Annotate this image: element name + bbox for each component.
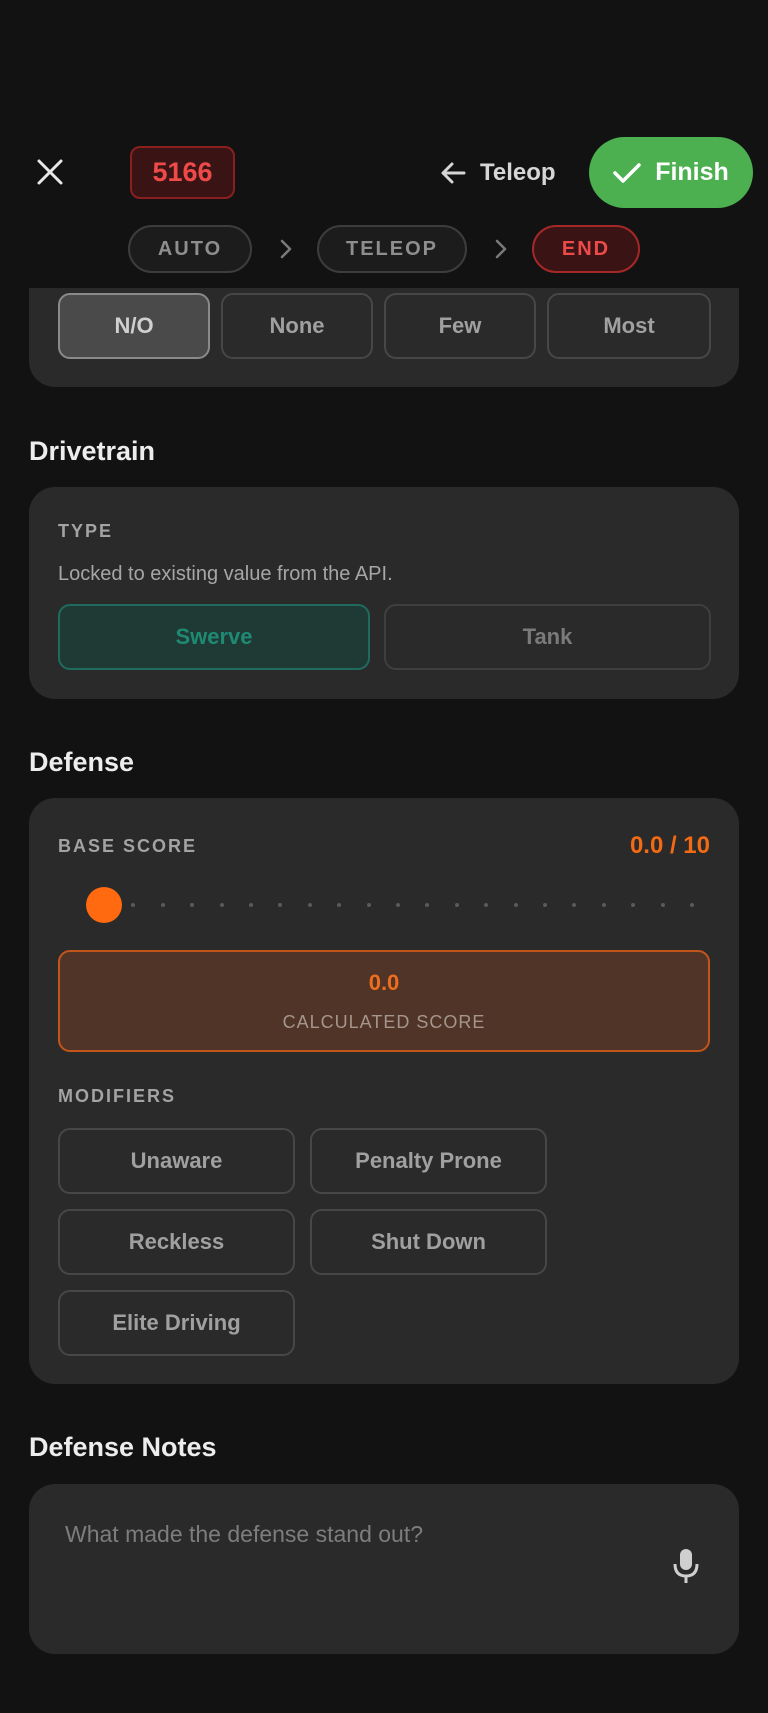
defense-card: BASE SCORE 0.0 / 10 0.0 CALCULATED SCORE… (29, 798, 739, 1384)
modifier-shut-down-button[interactable]: Shut Down (310, 1209, 547, 1275)
drivetrain-tank-button[interactable]: Tank (384, 604, 711, 670)
base-score-label: BASE SCORE (58, 836, 198, 856)
slider-tick-dot (690, 903, 694, 907)
drivetrain-card: TYPE Locked to existing value from the A… (29, 487, 739, 699)
slider-thumb[interactable] (86, 887, 122, 923)
slider-tick-dot (131, 903, 136, 907)
scouting-end-page: N/O None Few Most Drivetrain TYPE Locked… (0, 0, 768, 1713)
slider-tick-dot (337, 903, 342, 907)
team-number-badge: 5166 (130, 146, 235, 199)
base-score-slider[interactable] (58, 885, 698, 925)
slider-tick-dot (484, 903, 489, 907)
phase-stepper: AUTO TELEOP END (0, 225, 768, 273)
modifier-elite-driving-button[interactable]: Elite Driving (58, 1290, 295, 1356)
slider-tick-dot (601, 903, 606, 907)
option-few-button[interactable]: Few (384, 293, 536, 359)
slider-tick-dot (249, 903, 253, 907)
slider-tick-dot (219, 903, 224, 907)
slider-tick-dot (278, 903, 283, 907)
arrow-left-icon (441, 162, 466, 184)
option-none-button[interactable]: None (221, 293, 373, 359)
phase-end-chip[interactable]: END (532, 225, 640, 273)
slider-tick-dot (425, 903, 430, 907)
microphone-icon[interactable] (669, 1546, 703, 1586)
calculated-score-label: CALCULATED SCORE (282, 1012, 486, 1032)
slider-tick-dot (366, 903, 371, 907)
phase-auto-chip[interactable]: AUTO (128, 225, 252, 273)
phase-teleop-chip[interactable]: TELEOP (317, 225, 467, 273)
finish-button[interactable]: Finish (589, 137, 753, 208)
slider-tick-dot (396, 903, 400, 907)
drivetrain-title: Drivetrain (29, 436, 156, 466)
slider-tick-dot (543, 903, 547, 907)
check-icon (613, 162, 641, 183)
slider-tick-dot (631, 903, 636, 907)
slider-tick-dot (660, 903, 665, 907)
slider-tick-dot (513, 903, 518, 907)
back-button-label: Teleop (480, 159, 556, 186)
calculated-score-value: 0.0 (368, 970, 400, 995)
slider-tick-dot (190, 903, 195, 907)
defense-title: Defense (29, 747, 135, 777)
finish-button-label: Finish (655, 158, 729, 186)
slider-tick-dot (572, 903, 577, 907)
slider-tick-dot (160, 903, 165, 907)
defense-notes-title: Defense Notes (29, 1432, 217, 1462)
modifier-unaware-button[interactable]: Unaware (58, 1128, 295, 1194)
modifier-penalty-prone-button[interactable]: Penalty Prone (310, 1128, 547, 1194)
chevron-right-icon (491, 237, 511, 261)
back-to-teleop-button[interactable]: Teleop (440, 150, 556, 196)
chevron-right-icon (276, 237, 296, 261)
modifier-reckless-button[interactable]: Reckless (58, 1209, 295, 1275)
modifiers-label: MODIFIERS (58, 1086, 177, 1106)
drivetrain-type-label: TYPE (58, 521, 114, 541)
defense-notes-input[interactable] (65, 1514, 645, 1554)
defense-notes-card (29, 1484, 739, 1654)
option-no-button[interactable]: N/O (58, 293, 210, 359)
calculated-score-box: 0.0 CALCULATED SCORE (58, 950, 710, 1052)
scout-header: 5166 Teleop Finish AUTO TELEOP END (0, 0, 768, 288)
drivetrain-locked-note: Locked to existing value from the API. (58, 563, 393, 585)
drivetrain-swerve-button[interactable]: Swerve (58, 604, 370, 670)
option-most-button[interactable]: Most (547, 293, 711, 359)
slider-tick-dot (454, 903, 459, 907)
slider-tick-dot (307, 903, 312, 907)
base-score-value: 0.0 / 10 (629, 832, 710, 859)
close-icon[interactable] (30, 150, 70, 194)
